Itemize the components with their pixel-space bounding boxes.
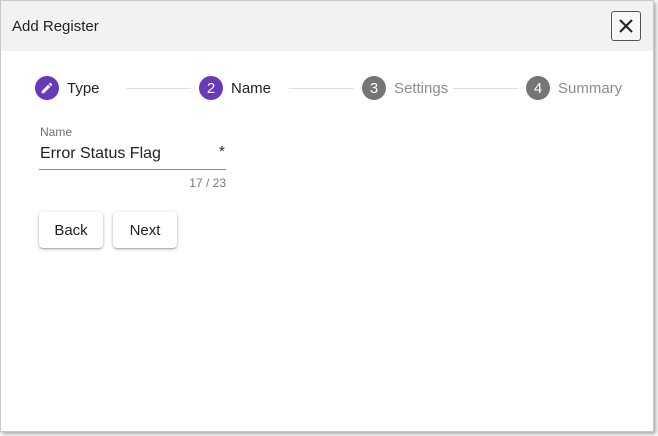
step-type[interactable]: Type [35,76,100,100]
close-button[interactable] [611,11,641,41]
name-input-underline [39,169,226,170]
step-connector [453,88,518,89]
step-settings-label: Settings [394,79,449,97]
add-register-dialog: Add Register Type 2 Name 3 Settings 4 Su… [0,0,654,432]
step-settings[interactable]: 3 Settings [362,76,448,100]
step-name[interactable]: 2 Name [199,76,271,100]
step-name-label: Name [231,79,272,97]
name-field-label: Name [40,125,73,139]
pencil-icon [41,82,53,94]
dialog-titlebar: Add Register [1,1,653,51]
required-mark: * [219,143,225,160]
step-summary[interactable]: 4 Summary [526,76,622,100]
dialog-title: Add Register [12,18,99,35]
step-settings-number: 3 [362,76,386,100]
back-button[interactable]: Back [39,212,103,248]
close-icon [619,19,633,33]
step-connector [126,88,191,89]
step-connector [289,88,354,89]
next-button[interactable]: Next [113,212,177,248]
step-type-label: Type [67,79,100,97]
step-summary-label: Summary [558,79,623,97]
step-summary-number: 4 [526,76,550,100]
char-counter: 17 / 23 [189,176,226,190]
step-name-number: 2 [199,76,223,100]
name-input[interactable] [40,144,210,164]
step-type-circle [35,76,59,100]
